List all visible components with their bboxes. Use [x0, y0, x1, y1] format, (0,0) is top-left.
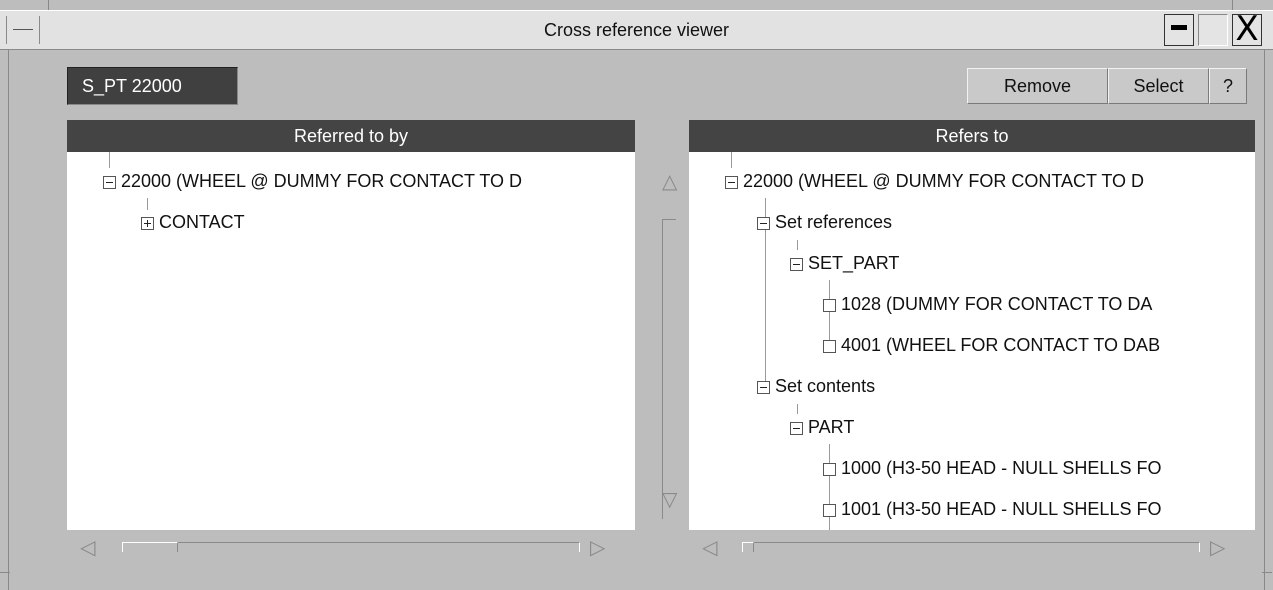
tree-connector — [147, 198, 148, 210]
close-icon[interactable]: X — [1232, 12, 1262, 46]
scroll-track[interactable] — [122, 542, 580, 552]
tree-connector — [731, 152, 732, 168]
tree-node-label: 1001 (H3-50 HEAD - NULL SHELLS FO — [841, 499, 1162, 519]
scroll-right-icon[interactable]: ▷ — [1210, 536, 1225, 558]
referred-to-by-panel: Referred to by 22000 (WHEEL @ DUMMY FOR … — [67, 120, 635, 530]
scroll-right-icon[interactable]: ▷ — [590, 536, 605, 558]
empty-box-icon — [823, 463, 836, 476]
right-horizontal-scrollbar[interactable]: ◁ ▷ — [702, 536, 1242, 558]
tree-node-label: 22000 (WHEEL @ DUMMY FOR CONTACT TO D — [743, 171, 1145, 191]
minus-box-icon[interactable] — [790, 258, 803, 271]
tree-node-label: Set contents — [775, 376, 876, 396]
tree-node-label: 1028 (DUMMY FOR CONTACT TO DA — [841, 294, 1153, 314]
empty-box-icon — [823, 299, 836, 312]
tree-node-label: SET_PART — [808, 253, 900, 273]
scroll-track[interactable] — [662, 219, 663, 519]
tree-connector — [797, 404, 798, 414]
scroll-up-icon[interactable]: △ — [662, 169, 677, 193]
tree-node-label: 1000 (H3-50 HEAD - NULL SHELLS FO — [841, 458, 1162, 478]
frame-border-right — [1264, 48, 1265, 590]
minimize-icon[interactable] — [1164, 14, 1194, 46]
frame-tick — [48, 0, 49, 10]
scroll-left-icon[interactable]: ◁ — [702, 536, 717, 558]
minus-box-icon[interactable] — [790, 422, 803, 435]
refers-to-panel: Refers to 22000 (WHEEL @ DUMMY FOR CONTA… — [689, 120, 1255, 530]
tree-node-label: CONTACT — [159, 212, 245, 232]
panel-header: Referred to by — [67, 120, 635, 152]
empty-box-icon — [823, 504, 836, 517]
plus-box-icon[interactable] — [141, 217, 154, 230]
frame-border-left — [8, 48, 9, 590]
select-button[interactable]: Select — [1108, 68, 1209, 104]
scroll-left-icon[interactable]: ◁ — [80, 536, 95, 558]
left-horizontal-scrollbar[interactable]: ◁ ▷ — [80, 536, 620, 558]
scroll-thumb[interactable] — [122, 542, 178, 552]
minus-box-icon[interactable] — [725, 176, 738, 189]
tree-node-label: PART — [808, 417, 855, 437]
tree-node-label: 22000 (WHEEL @ DUMMY FOR CONTACT TO D — [121, 171, 523, 191]
scroll-thumb-edge — [662, 219, 676, 220]
window-title: Cross reference viewer — [543, 20, 730, 40]
tree-connector — [829, 444, 830, 530]
scroll-down-icon[interactable]: ▽ — [662, 487, 677, 511]
referred-to-by-tree[interactable]: 22000 (WHEEL @ DUMMY FOR CONTACT TO D CO… — [67, 152, 635, 530]
tree-connector — [797, 240, 798, 250]
empty-box-icon — [823, 340, 836, 353]
panel-header: Refers to — [689, 120, 1255, 152]
title-bar[interactable]: Cross reference viewer X — [0, 10, 1273, 50]
maximize-icon[interactable] — [1198, 14, 1228, 46]
refers-to-tree[interactable]: 22000 (WHEEL @ DUMMY FOR CONTACT TO D Se… — [689, 152, 1255, 530]
entity-selector-button[interactable]: S_PT 22000 — [67, 67, 238, 105]
remove-button[interactable]: Remove — [967, 68, 1108, 104]
tree-node-label: Set references — [775, 212, 893, 232]
vertical-scrollbar[interactable]: △ ▽ — [656, 165, 686, 525]
tree-connector — [109, 152, 110, 168]
minus-box-icon[interactable] — [757, 217, 770, 230]
frame-tick — [1232, 0, 1233, 10]
minus-box-icon[interactable] — [757, 381, 770, 394]
tree-node-label: 4001 (WHEEL FOR CONTACT TO DAB — [841, 335, 1161, 355]
scroll-thumb[interactable] — [742, 542, 754, 552]
scroll-track[interactable] — [742, 542, 1200, 552]
cross-reference-window: Cross reference viewer X S_PT 22000 Remo… — [0, 0, 1273, 590]
help-button[interactable]: ? — [1209, 68, 1247, 104]
minus-box-icon[interactable] — [103, 176, 116, 189]
